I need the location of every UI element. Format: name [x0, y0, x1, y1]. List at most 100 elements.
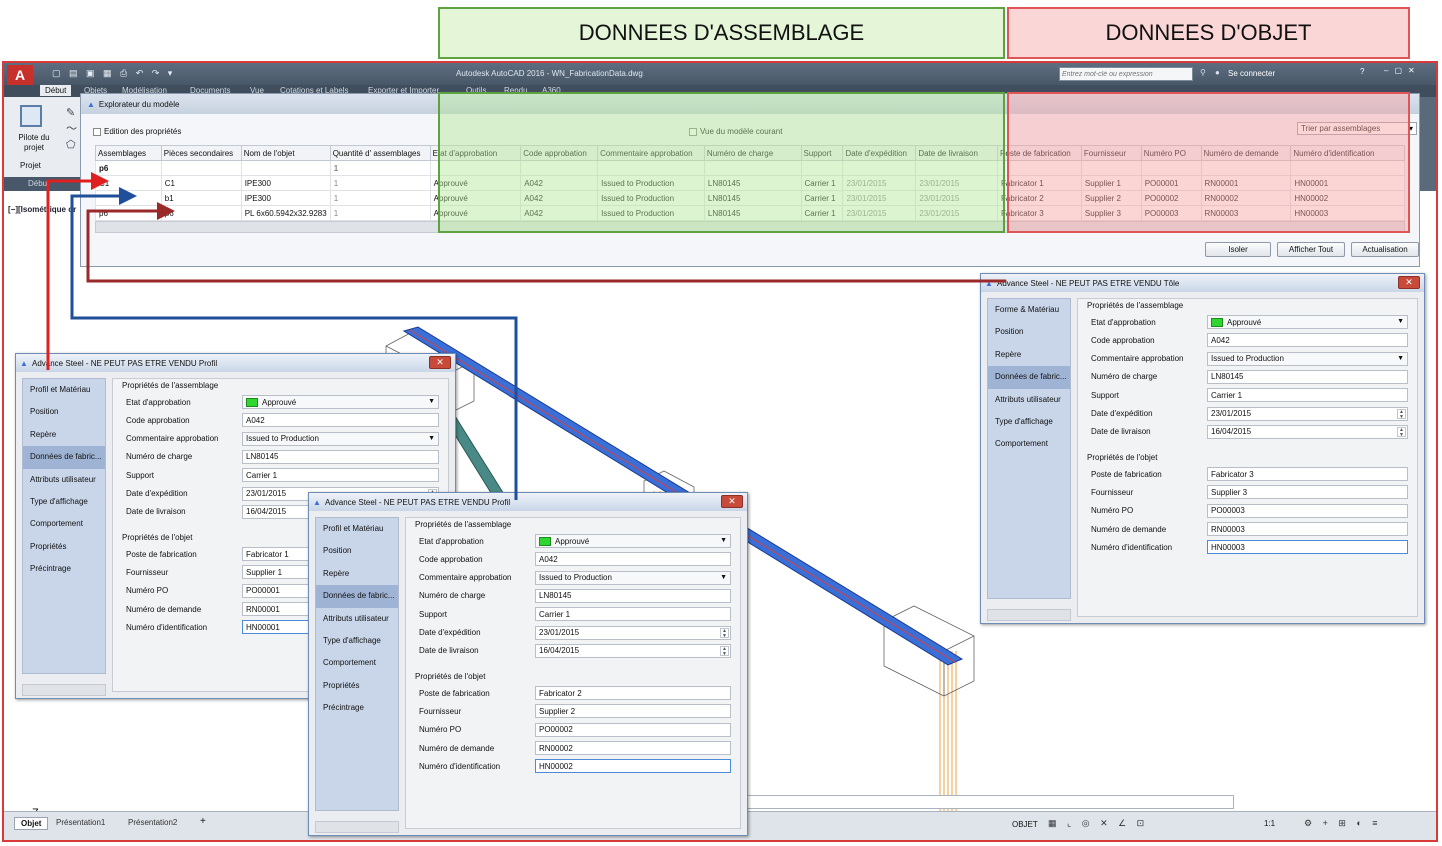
assembly-input[interactable]: A042: [1207, 333, 1408, 348]
side-menu-item[interactable]: Attributs utilisateur: [316, 608, 398, 630]
side-menu-item[interactable]: Forme & Matériau: [988, 299, 1070, 321]
assembly-input[interactable]: 23/01/2015 ▲▼: [1207, 406, 1408, 421]
object-field-label: Numéro d'identification: [126, 622, 208, 632]
close-button[interactable]: ✕: [429, 356, 451, 369]
object-field-value: Supplier 3: [1211, 487, 1248, 497]
dialog-icon: ▲: [985, 278, 993, 288]
object-input[interactable]: Fabricator 2: [535, 686, 731, 701]
object-field-value: Fabricator 3: [1211, 469, 1254, 479]
object-input[interactable]: Fabricator 3: [1207, 467, 1408, 482]
object-input[interactable]: RN00003: [1207, 522, 1408, 536]
side-menu-item[interactable]: Propriétés: [23, 536, 105, 558]
side-menu-item[interactable]: Attributs utilisateur: [988, 389, 1070, 411]
side-menu-item[interactable]: Propriétés: [316, 675, 398, 697]
object-field-label: Fournisseur: [126, 567, 169, 577]
side-menu-item[interactable]: Profil et Matériau: [316, 518, 398, 540]
object-field-value: PO00002: [539, 725, 573, 735]
object-input[interactable]: PO00003: [1207, 503, 1408, 518]
side-menu-item[interactable]: Type d'affichage: [988, 411, 1070, 433]
assembly-field-label: Date d'expédition: [1091, 409, 1153, 418]
object-group-title: Propriétés de l'objet: [415, 672, 486, 682]
spinner-icon[interactable]: ▲▼: [720, 645, 729, 656]
assembly-input[interactable]: 16/04/2015 ▲▼: [1207, 424, 1408, 439]
assembly-field-value: 23/01/2015: [539, 628, 580, 637]
assembly-group-title: Propriétés de l'assemblage: [1087, 301, 1184, 310]
side-menu-item[interactable]: Comportement: [23, 513, 105, 535]
object-field-value: RN00002: [539, 743, 573, 753]
chevron-down-icon: ▼: [428, 434, 435, 442]
assembly-field-label: Date de livraison: [126, 507, 186, 517]
side-menu-item[interactable]: Données de fabric...: [23, 446, 105, 469]
assembly-input[interactable]: A042: [242, 413, 439, 428]
dialog-title: Advance Steel - NE PEUT PAS ETRE VENDU P…: [32, 358, 218, 368]
dialog-icon: ▲: [20, 358, 28, 368]
assembly-select[interactable]: Issued to Production ▼: [535, 570, 731, 585]
side-menu-item[interactable]: Repère: [988, 344, 1070, 366]
close-button[interactable]: ✕: [721, 495, 743, 508]
assembly-field-label: Support: [126, 470, 155, 480]
side-menu-item[interactable]: Position: [988, 321, 1070, 343]
assembly-input[interactable]: Carrier 1: [535, 607, 731, 622]
side-menu-item[interactable]: Précintrage: [316, 697, 398, 719]
side-menu-item[interactable]: Position: [23, 401, 105, 423]
assembly-input[interactable]: LN80145: [242, 449, 439, 464]
assembly-input[interactable]: LN80145: [1207, 369, 1408, 384]
object-field-value: Fabricator 1: [246, 549, 289, 559]
assembly-field-value: A042: [539, 554, 558, 564]
assembly-input[interactable]: Carrier 1: [242, 468, 439, 483]
assembly-field-label: Code approbation: [419, 554, 483, 564]
object-input[interactable]: HN00002: [535, 759, 731, 774]
side-menu-item[interactable]: Précintrage: [23, 558, 105, 580]
side-menu-item[interactable]: Profil et Matériau: [23, 379, 105, 401]
side-menu-item[interactable]: Données de fabric...: [988, 366, 1070, 389]
spinner-icon[interactable]: ▲▼: [720, 627, 729, 638]
object-input[interactable]: Supplier 2: [535, 704, 731, 719]
object-field-label: Fournisseur: [1091, 487, 1134, 497]
assembly-input[interactable]: 16/04/2015 ▲▼: [535, 643, 731, 658]
assembly-field-value: 23/01/2015: [246, 489, 287, 498]
side-menu-scrollbar[interactable]: [315, 821, 399, 833]
object-input[interactable]: PO00002: [535, 722, 731, 737]
side-menu-item[interactable]: Comportement: [316, 652, 398, 674]
object-field-value: Supplier 2: [539, 706, 576, 716]
object-group-title: Propriétés de l'objet: [1087, 453, 1158, 463]
spinner-icon[interactable]: ▲▼: [1397, 426, 1406, 437]
assembly-field-value: Approuvé: [555, 536, 590, 546]
object-data-banner: DONNEES D'OBJET: [1007, 7, 1410, 59]
object-input[interactable]: Supplier 3: [1207, 485, 1408, 500]
side-menu-item[interactable]: Attributs utilisateur: [23, 469, 105, 491]
assembly-select[interactable]: Approuvé ▼: [535, 534, 731, 548]
assembly-data-banner: DONNEES D'ASSEMBLAGE: [438, 7, 1005, 59]
side-menu-item[interactable]: Comportement: [988, 433, 1070, 455]
assembly-input[interactable]: Carrier 1: [1207, 388, 1408, 403]
side-menu-item[interactable]: Repère: [316, 563, 398, 585]
spinner-icon[interactable]: ▲▼: [1397, 408, 1406, 419]
side-menu-item[interactable]: Repère: [23, 424, 105, 446]
assembly-select[interactable]: Issued to Production ▼: [1207, 351, 1408, 366]
dialog-title-bar[interactable]: ▲ Advance Steel - NE PEUT PAS ETRE VENDU …: [981, 274, 1424, 292]
assembly-field-label: Commentaire approbation: [1091, 354, 1184, 364]
dialog-title-bar[interactable]: ▲ Advance Steel - NE PEUT PAS ETRE VENDU …: [16, 354, 455, 372]
side-menu-scrollbar[interactable]: [22, 684, 106, 696]
side-menu-item[interactable]: Type d'affichage: [23, 491, 105, 513]
assembly-input[interactable]: LN80145: [535, 588, 731, 603]
object-input[interactable]: HN00003: [1207, 540, 1408, 555]
dialog-title: Advance Steel - NE PEUT PAS ETRE VENDU T…: [997, 278, 1180, 288]
close-button[interactable]: ✕: [1398, 276, 1420, 289]
side-menu-scrollbar[interactable]: [987, 609, 1071, 621]
object-input[interactable]: RN00002: [535, 741, 731, 755]
assembly-input[interactable]: 23/01/2015 ▲▼: [535, 625, 731, 640]
dialog-title-bar[interactable]: ▲ Advance Steel - NE PEUT PAS ETRE VENDU …: [309, 493, 747, 511]
assembly-select[interactable]: Approuvé ▼: [1207, 315, 1408, 329]
assembly-field-label: Etat d'approbation: [126, 397, 191, 407]
assembly-input[interactable]: A042: [535, 552, 731, 567]
assembly-field-value: Carrier 1: [246, 470, 278, 480]
side-menu-item[interactable]: Type d'affichage: [316, 630, 398, 652]
side-menu-item[interactable]: Données de fabric...: [316, 585, 398, 608]
assembly-select[interactable]: Issued to Production ▼: [242, 431, 439, 446]
object-field-value: PO00003: [1211, 506, 1245, 516]
object-field-value: Supplier 1: [246, 567, 283, 577]
side-menu-item[interactable]: Position: [316, 540, 398, 562]
assembly-select[interactable]: Approuvé ▼: [242, 395, 439, 409]
chevron-down-icon: ▼: [720, 573, 727, 581]
